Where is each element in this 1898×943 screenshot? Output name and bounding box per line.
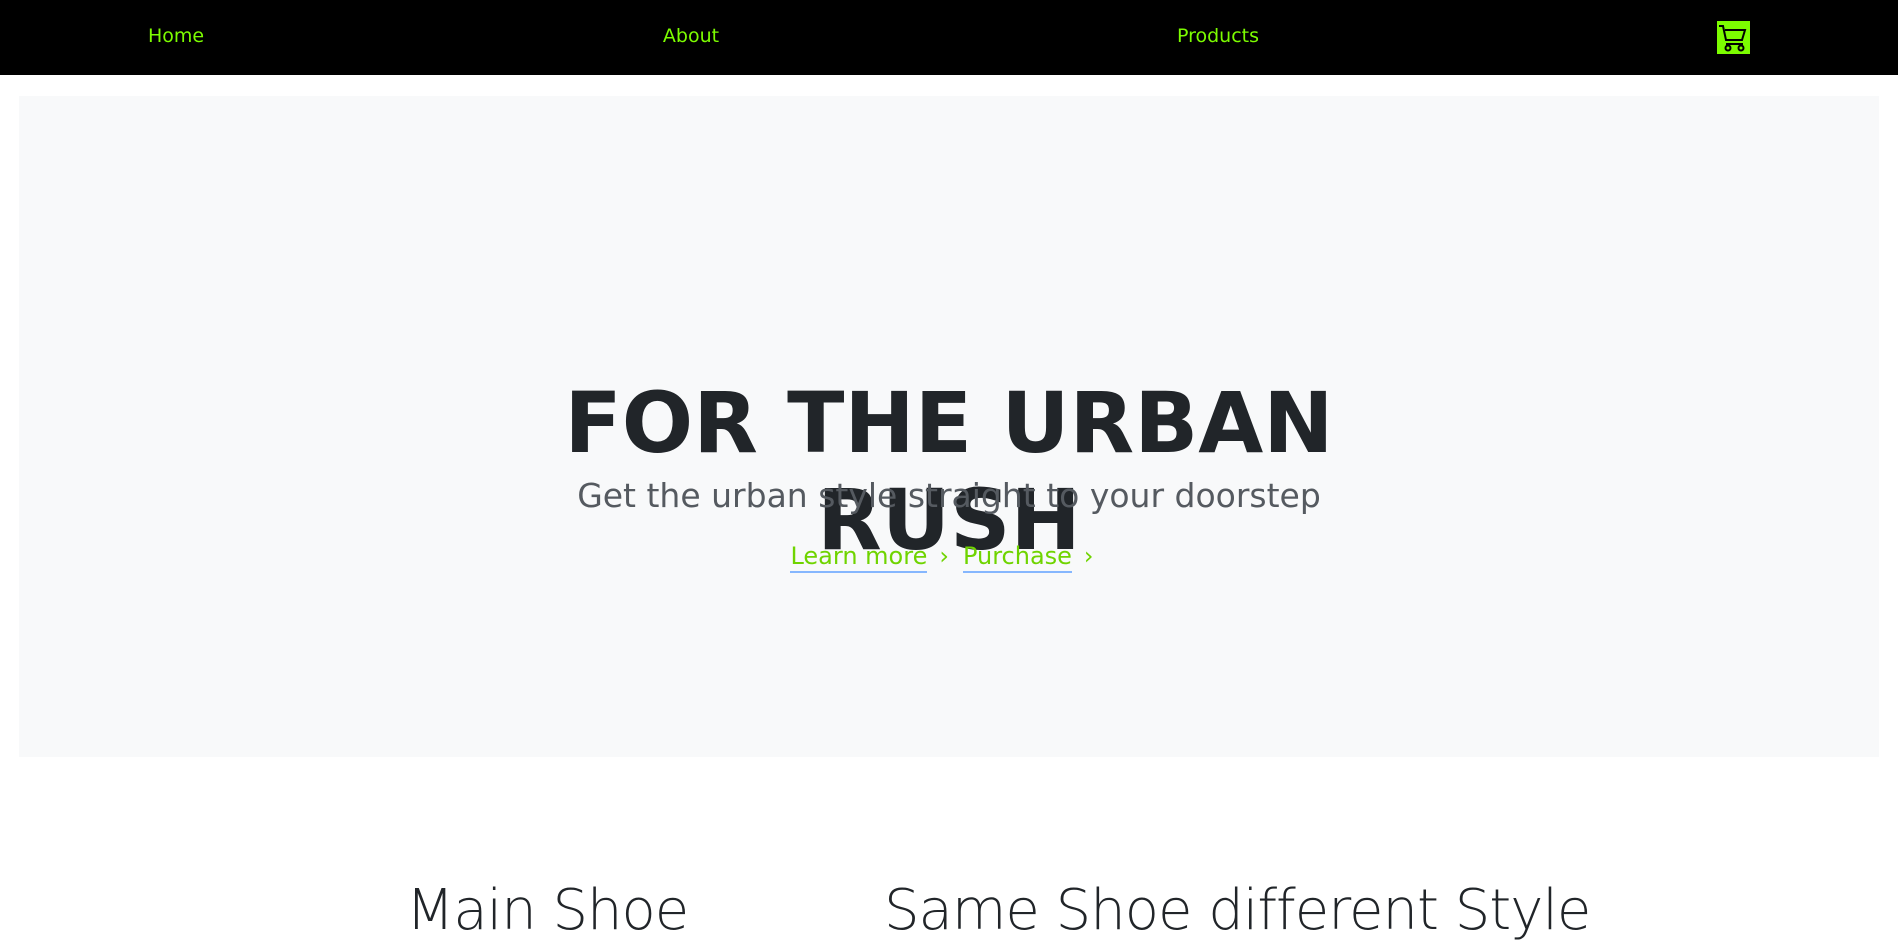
shopping-cart-icon[interactable]	[1717, 21, 1750, 54]
same-shoe-heading: Same Shoe different Style	[884, 878, 1591, 943]
hero-subtitle: Get the urban style straight to your doo…	[577, 476, 1321, 515]
nav-home[interactable]: Home	[148, 25, 204, 47]
hero-title: FOR THE URBAN RUSH	[19, 375, 1879, 569]
main-shoe-heading: Main Shoe	[406, 878, 689, 943]
hero-title-line1: FOR THE URBAN	[564, 374, 1334, 472]
learn-more-link[interactable]: Learn more	[790, 542, 928, 573]
purchase-link[interactable]: Purchase	[962, 542, 1072, 573]
chevron-right-icon: ›	[939, 542, 949, 570]
navbar: Home About Products	[0, 0, 1898, 75]
chevron-right-icon: ›	[1083, 542, 1094, 570]
nav-products[interactable]: Products	[1177, 25, 1259, 47]
nav-about[interactable]: About	[663, 25, 719, 47]
hero-links: Learn more › Purchase ›	[19, 542, 1879, 573]
hero-section: FOR THE URBAN RUSH Get the urban style st…	[19, 96, 1879, 757]
